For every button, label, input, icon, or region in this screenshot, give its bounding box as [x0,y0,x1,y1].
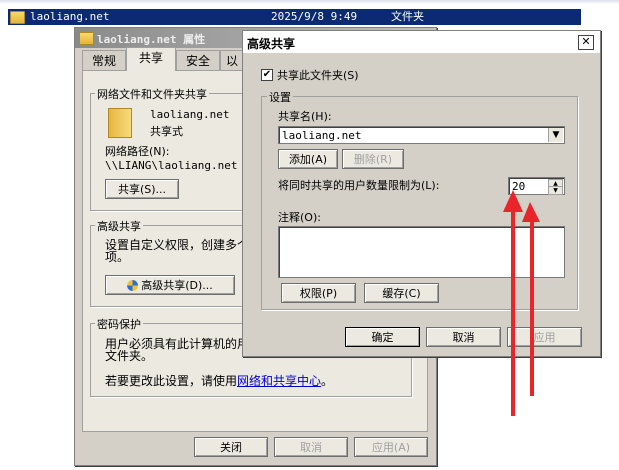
tab-sharing[interactable]: 共享 [126,47,176,71]
annotation-arrows [503,190,540,416]
red-arrow-left [503,190,523,416]
red-arrow-right [522,202,540,396]
